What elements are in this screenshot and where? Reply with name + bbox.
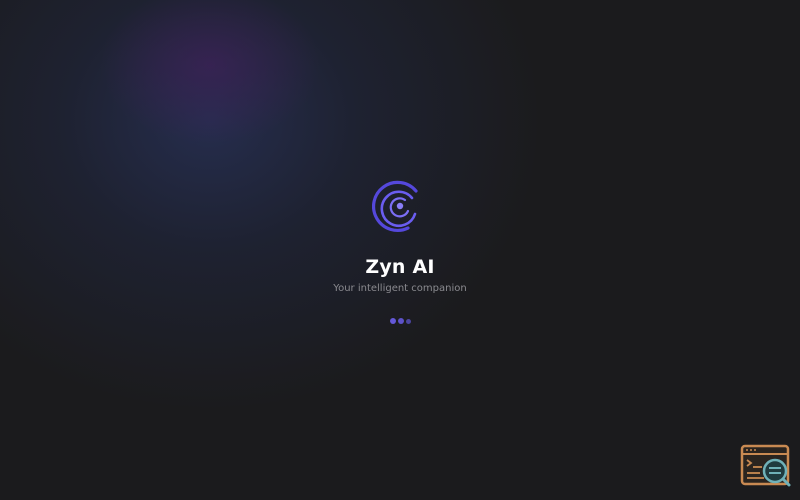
app-tagline: Your intelligent companion — [333, 283, 467, 294]
spiral-logo-icon — [372, 180, 418, 232]
splash-content: Zyn AI Your intelligent companion — [0, 178, 800, 324]
loading-indicator — [389, 318, 411, 324]
loading-dot — [405, 318, 411, 324]
splash-screen: Zyn AI Your intelligent companion — [0, 0, 800, 500]
loading-dot — [389, 318, 396, 324]
devtools-inspector-icon[interactable] — [740, 444, 792, 488]
app-title: Zyn AI — [365, 256, 435, 278]
loading-dot — [397, 318, 404, 324]
